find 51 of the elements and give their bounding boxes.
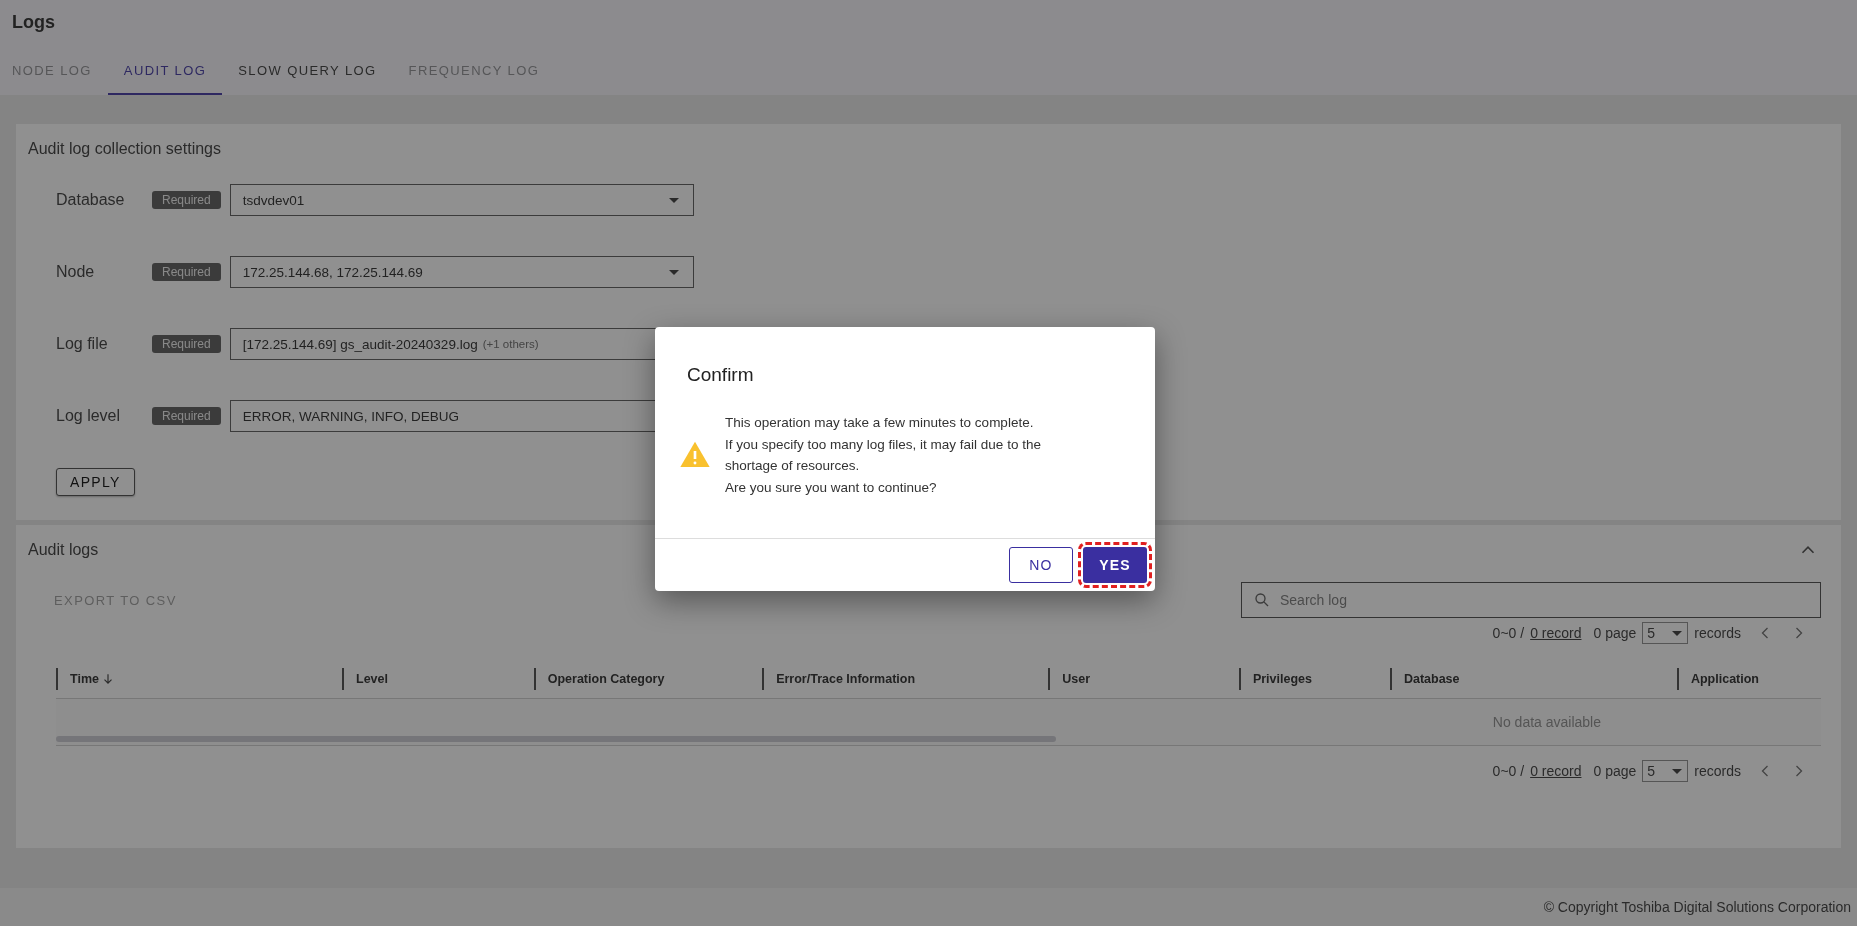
select-field[interactable]: 172.25.144.68, 172.25.144.69: [229, 256, 694, 288]
record-range: 0~0 /: [1492, 625, 1525, 641]
page-title: Logs: [12, 12, 55, 33]
records-label: records: [1694, 625, 1741, 641]
page-count: 0 page: [1593, 625, 1637, 641]
apply-button[interactable]: APPLY: [56, 468, 135, 496]
tab[interactable]: SLOW QUERY LOG: [222, 51, 393, 95]
per-page-select[interactable]: 5: [1642, 622, 1689, 644]
record-range: 0~0 /: [1492, 763, 1525, 779]
column-header[interactable]: Operation Category: [533, 668, 763, 690]
required-badge: Required: [152, 407, 221, 425]
dialog-message: This operation may take a few minutes to complete. If you specify too many log files, it may fail due to the shortage of resources. Are you sure you want to continue?: [725, 414, 1041, 497]
copyright-text: © Copyright Toshiba Digital Solutions Corporation: [1543, 899, 1851, 915]
column-header[interactable]: Privileges: [1238, 668, 1390, 690]
dropdown-caret-icon: [668, 269, 679, 275]
page-count: 0 page: [1593, 763, 1637, 779]
select-field[interactable]: tsdvdev01: [229, 184, 694, 216]
column-header[interactable]: Application: [1676, 668, 1821, 690]
record-count-link[interactable]: 0 record: [1530, 625, 1582, 641]
column-header[interactable]: Error/Trace Information: [762, 668, 1049, 690]
search-field[interactable]: Search log: [1241, 582, 1821, 618]
empty-message: No data available: [1492, 714, 1601, 730]
column-header[interactable]: Database: [1389, 668, 1677, 690]
required-badge: Required: [152, 335, 221, 353]
dropdown-caret-icon: [668, 197, 679, 203]
column-header[interactable]: Time: [56, 668, 343, 690]
column-header[interactable]: User: [1048, 668, 1239, 690]
card-title: Audit logs: [28, 541, 99, 559]
field-label: Database: [56, 191, 126, 209]
tab[interactable]: AUDIT LOG: [107, 51, 223, 95]
search-icon: [1253, 591, 1271, 609]
field-label: Log level: [56, 407, 122, 425]
cancel-button[interactable]: NO: [1009, 547, 1073, 583]
required-badge: Required: [152, 263, 221, 281]
card-title: Audit log collection settings: [28, 140, 221, 158]
dialog-title: Confirm: [687, 364, 754, 386]
dropdown-caret-icon: [1672, 630, 1683, 636]
column-header[interactable]: Level: [342, 668, 534, 690]
field-value: tsdvdev01: [242, 192, 305, 208]
field-value: 172.25.144.68, 172.25.144.69: [242, 264, 423, 280]
field-label: Log file: [56, 335, 109, 353]
field-label: Node: [56, 263, 96, 281]
field-value: [172.25.144.69] gs_audit-20240329.log: [242, 336, 478, 352]
required-badge: Required: [152, 191, 221, 209]
scrollbar-thumb[interactable]: [56, 736, 1056, 742]
records-label: records: [1694, 763, 1741, 779]
field-value: ERROR, WARNING, INFO, DEBUG: [242, 408, 459, 424]
dropdown-caret-icon: [1672, 768, 1683, 774]
field-extra: (+1 others): [482, 338, 539, 350]
per-page-select[interactable]: 5: [1642, 760, 1689, 782]
record-count-link[interactable]: 0 record: [1530, 763, 1582, 779]
